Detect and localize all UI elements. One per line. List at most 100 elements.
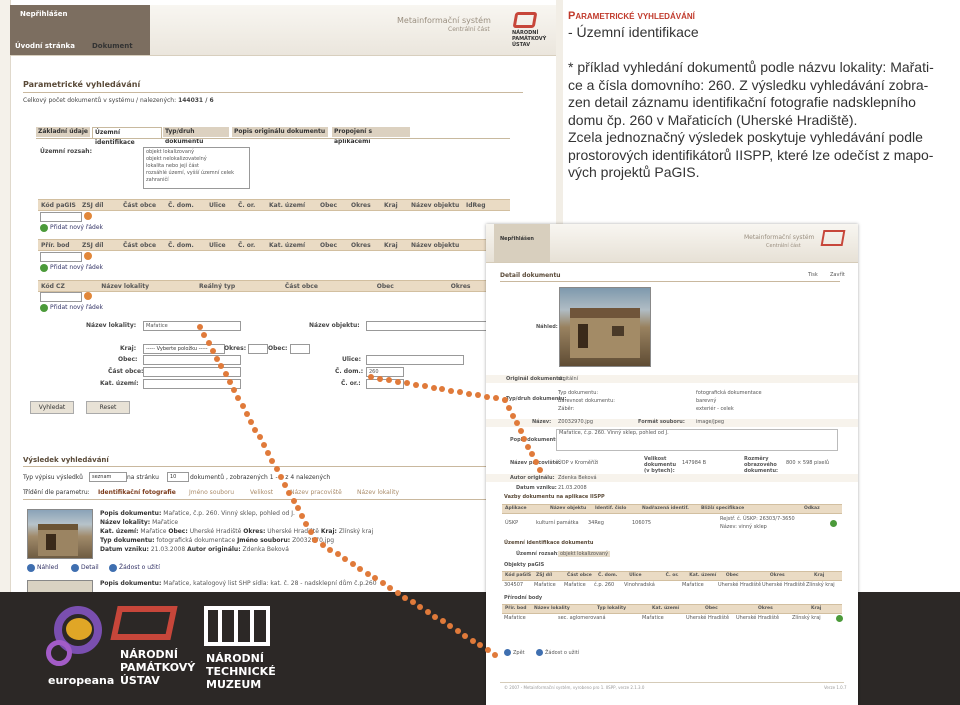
points-table-header: Přír. bod Název lokality Typ lokality Ka…: [502, 604, 842, 614]
detail-login-status[interactable]: Nepřihlášen: [500, 236, 534, 242]
grid-col: Název objektu: [411, 202, 460, 209]
pagis-cell: Vinohradská: [624, 582, 655, 588]
login-status[interactable]: Nepřihlášen: [20, 10, 67, 18]
municipal-part-input[interactable]: [143, 367, 241, 377]
preview-icon[interactable]: [27, 564, 35, 572]
detail-icon[interactable]: [71, 564, 79, 572]
workplace-value: ÚOP v Kroměříži: [558, 460, 599, 466]
dimensions-value: 800 × 598 pixelů: [786, 460, 830, 466]
close-link[interactable]: Zavřít: [830, 272, 845, 278]
sort-option-active[interactable]: Identifikační fotografie: [98, 489, 176, 496]
caption-line: domu čp. 260 v Mařaticích (Uherské Hradi…: [568, 111, 858, 128]
pagis-cell: Uherské Hradiště: [762, 582, 806, 588]
caption-line: * příklad vyhledání dokumentů podle názv…: [568, 59, 934, 75]
search-heading: Parametrické vyhledávání: [23, 80, 141, 89]
tab-doc-type[interactable]: Typ/druh dokumentu: [163, 127, 229, 145]
nav-document[interactable]: Dokument: [92, 42, 133, 50]
orientation-number-input[interactable]: [366, 379, 404, 389]
street-input[interactable]: [366, 355, 464, 365]
region-select[interactable]: ----- Vyberte položku -----: [143, 344, 225, 354]
request-use-icon[interactable]: [536, 649, 543, 656]
search-button[interactable]: Vyhledat: [30, 401, 74, 414]
tab-apps[interactable]: Propojení s aplikacemi: [332, 127, 410, 145]
pagis-code-input[interactable]: [40, 212, 82, 222]
caption-line: Zcela jednoznačný výsledek poskytuje vyh…: [568, 129, 923, 145]
result-location: Kat. území: Mařatice Obec: Uherské Hradi…: [100, 528, 374, 535]
sort-option[interactable]: Název pracoviště: [290, 489, 342, 496]
scope-option[interactable]: rozsáhlé území, vyšší územní celek: [146, 170, 234, 176]
grid-col: Ulice: [209, 242, 226, 249]
result-thumbnail[interactable]: [27, 509, 93, 559]
sort-option[interactable]: Velikost: [250, 489, 273, 496]
grid-col: Kraj: [384, 202, 398, 209]
points-cell: Uherské Hradiště: [686, 615, 730, 621]
print-link[interactable]: Tisk: [808, 272, 818, 278]
grid-col: Kód paGIS: [41, 202, 76, 209]
back-link[interactable]: Zpět: [513, 650, 525, 656]
scope-value: objekt lokalizovaný: [558, 551, 611, 557]
pagis-cell: Mařatice: [682, 582, 704, 588]
scope-option[interactable]: objekt lokalizovaný: [146, 149, 194, 155]
caption-body: * příklad vyhledání dokumentů podle názv…: [568, 59, 958, 182]
request-icon[interactable]: [109, 564, 117, 572]
npu-footer-logo: NÁRODNÍ PAMÁTKOVÝ ÚSTAV: [110, 604, 200, 692]
municipality-select[interactable]: [290, 344, 310, 354]
tab-basic[interactable]: Základní údaje: [36, 127, 90, 137]
territorial-scope-list[interactable]: objekt lokalizovaný objekt nelokalizovat…: [143, 147, 250, 189]
detail-heading: Detail dokumentu: [500, 272, 561, 279]
points-link-icon[interactable]: [836, 615, 843, 622]
caption-line: vých projektů PaGIS.: [568, 164, 700, 180]
reset-button[interactable]: Reset: [86, 401, 130, 414]
preview-link[interactable]: Náhled: [37, 564, 58, 571]
links-cell: Název: vinný sklep: [720, 524, 767, 530]
locality-name-input[interactable]: Mařatice: [143, 321, 241, 331]
add-icon[interactable]: [84, 252, 92, 260]
per-page-select[interactable]: 10: [167, 472, 189, 482]
europeana-logo: europeana: [40, 604, 115, 688]
detail-footer-version: Verze 1.0.7: [824, 685, 847, 690]
grid-col: Část obce: [284, 283, 318, 290]
add-row-link[interactable]: Přidat nový řádek: [50, 264, 103, 271]
request-use-link[interactable]: Žádost o užití: [545, 650, 579, 656]
points-cell: sec. aglomerovaná: [558, 615, 606, 621]
add-icon[interactable]: [84, 212, 92, 220]
cadastral-input[interactable]: [143, 379, 241, 389]
add-icon[interactable]: [84, 292, 92, 300]
points-cell: Zlínský kraj: [792, 615, 821, 621]
type-row-label: Barevnost dokumentu:: [558, 398, 615, 404]
links-cell: ÚSKP: [505, 520, 519, 526]
size-value: 147984 B: [682, 460, 707, 466]
points-cell: Uherské Hradiště: [736, 615, 780, 621]
grid-col: Přír. bod: [41, 242, 70, 249]
nav-home[interactable]: Úvodní stránka: [15, 42, 75, 50]
cz-code-input[interactable]: [40, 292, 82, 302]
municipality-label: Obec:: [118, 356, 138, 363]
scope-option[interactable]: zahraničí: [146, 177, 169, 183]
app-title: Metainformační systém: [397, 16, 491, 25]
detail-link[interactable]: Detail: [81, 564, 99, 571]
add-row-link[interactable]: Přidat nový řádek: [50, 224, 103, 231]
tab-original[interactable]: Popis originálu dokumentu: [232, 127, 328, 137]
scope-option[interactable]: objekt nelokalizovatelný: [146, 156, 207, 162]
municipality-input[interactable]: [143, 355, 241, 365]
doc-count: Celkový počet dokumentů v systému / nale…: [23, 97, 214, 104]
heading-rule: [23, 92, 523, 93]
grid-col: Ulice: [209, 202, 226, 209]
house-number-input[interactable]: 260: [366, 367, 404, 377]
request-link[interactable]: Žádost o užití: [119, 564, 160, 571]
grid-col: Okres: [351, 242, 371, 249]
sort-option[interactable]: Jméno souboru: [189, 489, 234, 496]
district-select[interactable]: [248, 344, 268, 354]
grid-col: IdReg: [466, 202, 486, 209]
add-row-link[interactable]: Přidat nový řádek: [50, 304, 103, 311]
grid-col: Část obce: [123, 242, 157, 249]
listing-type-select[interactable]: seznam: [89, 472, 127, 482]
link-icon[interactable]: [830, 520, 837, 527]
orig-value: digitální: [558, 376, 579, 382]
grid-col: Název lokality: [101, 283, 149, 290]
result-thumbnail-2[interactable]: [27, 580, 93, 592]
back-icon[interactable]: [504, 649, 511, 656]
point-input[interactable]: [40, 252, 82, 262]
sort-option[interactable]: Název lokality: [357, 489, 399, 496]
scope-option[interactable]: lokalita nebo její část: [146, 163, 199, 169]
